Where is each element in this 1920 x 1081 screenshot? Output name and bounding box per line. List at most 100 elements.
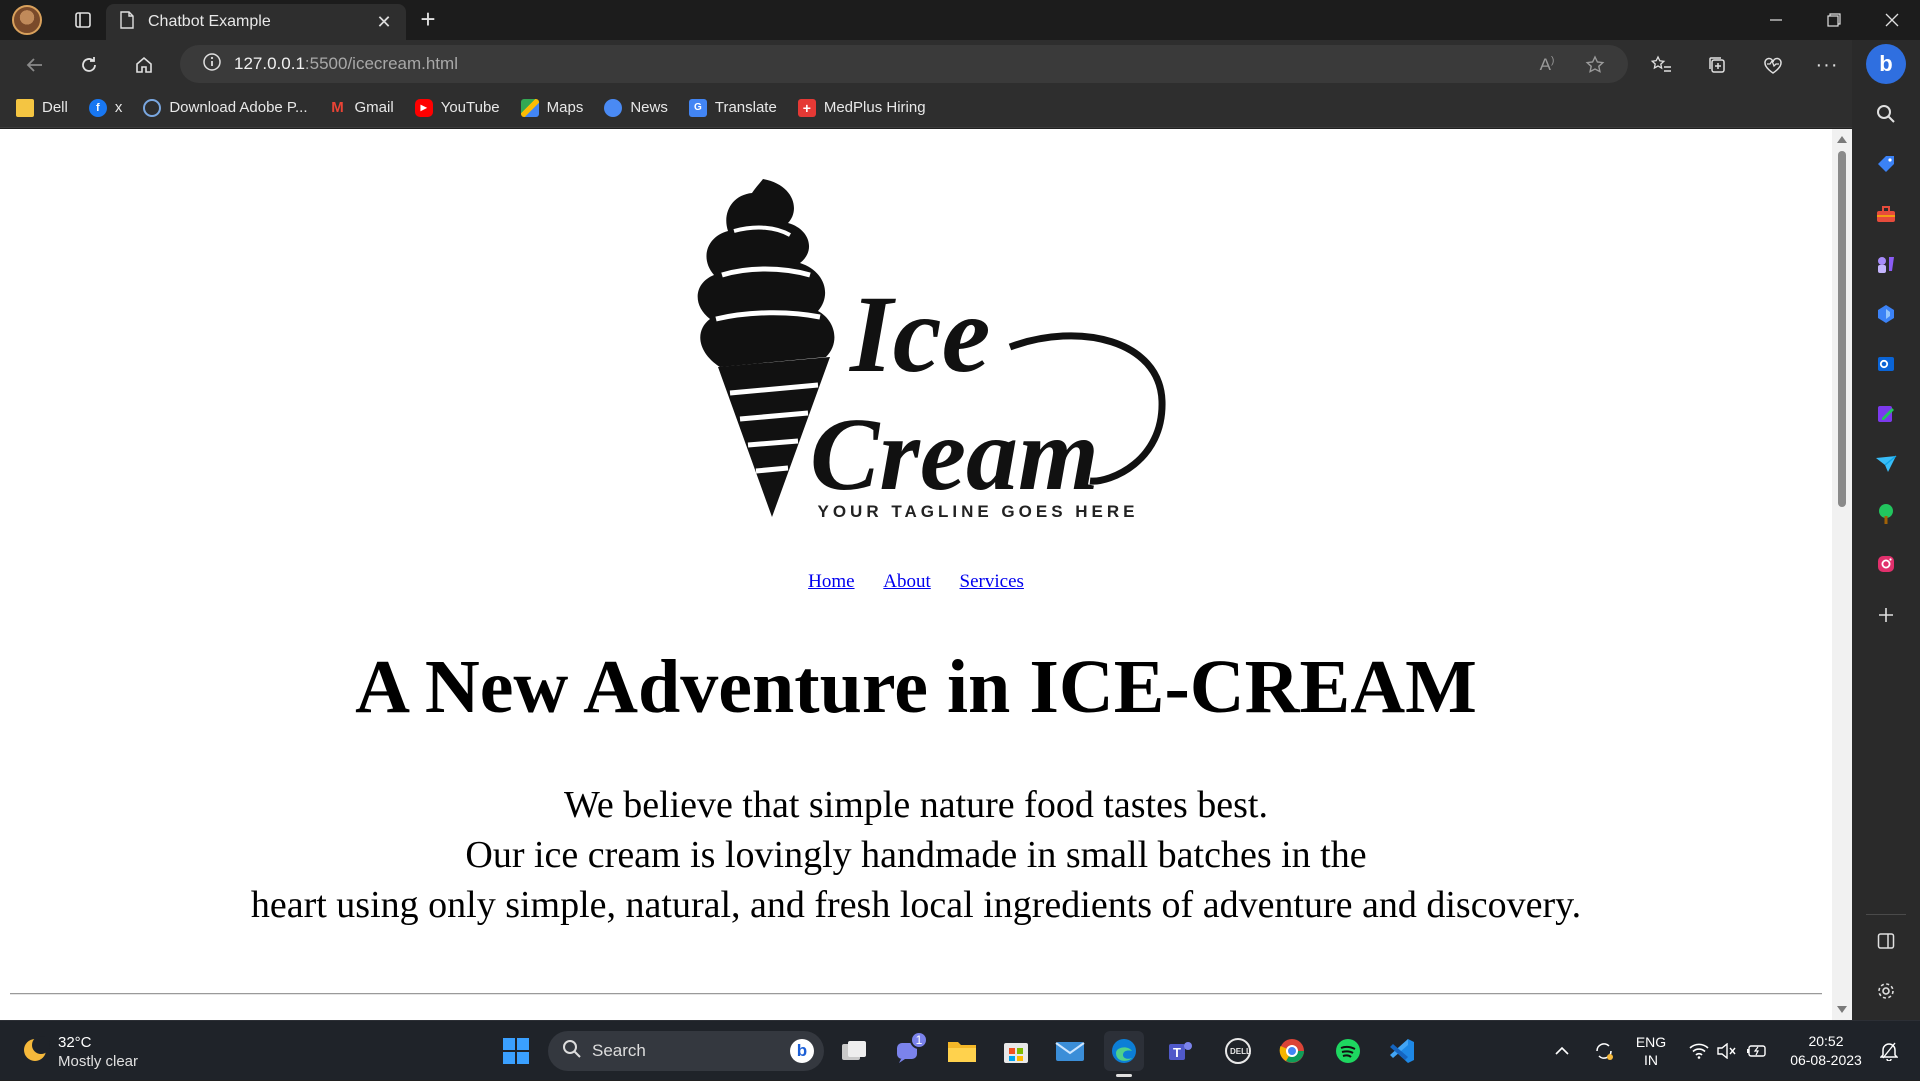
add-icon[interactable]	[1870, 599, 1902, 631]
more-options-icon[interactable]: ···	[1810, 48, 1844, 82]
task-view-icon[interactable]	[834, 1031, 874, 1071]
teams-icon[interactable]: T	[1160, 1031, 1200, 1071]
notifications-bell-icon[interactable]	[1874, 1021, 1904, 1081]
new-tab-button[interactable]: +	[414, 6, 442, 34]
sidebar-divider	[1866, 914, 1906, 915]
search-label: Search	[592, 1041, 646, 1060]
chrome-icon[interactable]	[1272, 1031, 1312, 1071]
scroll-thumb[interactable]	[1838, 151, 1846, 507]
taskbar-search[interactable]: Search b	[548, 1031, 824, 1071]
instagram-icon[interactable]	[1870, 548, 1902, 580]
page-scrollbar[interactable]	[1832, 129, 1852, 1020]
bookmark-translate[interactable]: G Translate	[688, 98, 777, 117]
toolbar: 127.0.0.1:5500/icecream.html A) ···	[0, 40, 1852, 88]
designer-icon[interactable]	[1870, 398, 1902, 430]
spotify-icon[interactable]	[1328, 1031, 1368, 1071]
mail-icon[interactable]	[1050, 1031, 1090, 1071]
address-bar[interactable]: 127.0.0.1:5500/icecream.html	[180, 45, 1628, 83]
bookmark-maps[interactable]: Maps	[520, 98, 583, 117]
tab-actions-icon[interactable]	[70, 7, 96, 33]
back-button[interactable]	[18, 48, 52, 82]
edge-browser-icon[interactable]	[1104, 1031, 1144, 1077]
vscode-icon[interactable]	[1382, 1031, 1422, 1071]
notification-badge: 1	[910, 1031, 928, 1049]
clock[interactable]: 20:52 06-08-2023	[1780, 1021, 1872, 1081]
scroll-up-arrow-icon[interactable]	[1837, 136, 1847, 143]
bookmark-facebook[interactable]: f x	[88, 98, 122, 117]
bookmark-gmail[interactable]: M Gmail	[329, 99, 393, 117]
nav-link-services[interactable]: Services	[960, 571, 1024, 592]
favorites-icon[interactable]	[1644, 48, 1678, 82]
teams-chat-icon[interactable]: 1	[888, 1031, 928, 1071]
weather-widget[interactable]: 32°C Mostly clear	[20, 1033, 138, 1071]
outlook-icon[interactable]	[1870, 348, 1902, 380]
close-tab-icon[interactable]: ✕	[370, 12, 398, 33]
moon-icon	[20, 1035, 50, 1070]
nav-link-about[interactable]: About	[883, 571, 931, 592]
wifi-icon[interactable]	[1686, 1021, 1712, 1081]
logo-word-ice: Ice	[848, 273, 990, 395]
page-viewport: Ice Cream YOUR TAGLINE GOES HERE Home Ab…	[0, 129, 1852, 1020]
url-host: 127.0.0.1	[234, 54, 305, 73]
intro-line-1: We believe that simple nature food taste…	[564, 784, 1268, 826]
show-hidden-icons-chevron-icon[interactable]	[1548, 1021, 1576, 1081]
dell-icon[interactable]: DELL	[1218, 1031, 1258, 1071]
intro-paragraph: We believe that simple nature food taste…	[0, 780, 1832, 930]
page-headline: A New Adventure in ICE-CREAM	[355, 645, 1477, 729]
browser-essentials-icon[interactable]	[1756, 48, 1790, 82]
logo-word-cream: Cream	[810, 397, 1099, 512]
minimize-button[interactable]	[1748, 0, 1804, 40]
bing-chat-icon[interactable]: b	[1866, 44, 1906, 84]
adobe-icon	[143, 98, 162, 117]
file-explorer-icon[interactable]	[942, 1031, 982, 1071]
windows-start-icon[interactable]	[496, 1031, 536, 1071]
read-aloud-icon[interactable]: A)	[1530, 48, 1564, 82]
clock-date: 06-08-2023	[1790, 1052, 1862, 1068]
battery-icon[interactable]	[1744, 1021, 1770, 1081]
bookmark-medplus[interactable]: + MedPlus Hiring	[797, 98, 926, 117]
scroll-down-arrow-icon[interactable]	[1837, 1006, 1847, 1013]
bookmark-news[interactable]: News	[604, 98, 668, 117]
intro-line-3: heart using only simple, natural, and fr…	[250, 884, 1582, 926]
bookmark-dell[interactable]: Dell	[16, 98, 68, 117]
tree-icon[interactable]	[1870, 498, 1902, 530]
bookmark-adobe[interactable]: Download Adobe P...	[143, 98, 308, 117]
restore-button[interactable]	[1806, 0, 1862, 40]
active-indicator	[1116, 1074, 1132, 1077]
search-icon[interactable]	[1870, 98, 1902, 130]
weather-desc: Mostly clear	[58, 1053, 139, 1070]
volume-muted-icon[interactable]	[1714, 1021, 1740, 1081]
svg-text:T: T	[1173, 1045, 1181, 1060]
gmail-icon: M	[331, 99, 344, 116]
clock-time: 20:52	[1808, 1033, 1844, 1049]
nav-link-home[interactable]: Home	[808, 571, 854, 592]
games-icon[interactable]	[1870, 248, 1902, 280]
send-icon[interactable]	[1870, 448, 1902, 480]
close-window-button[interactable]	[1864, 0, 1920, 40]
logo-tagline: YOUR TAGLINE GOES HERE	[818, 502, 1139, 521]
language-indicator[interactable]: ENG IN	[1632, 1021, 1670, 1081]
news-icon	[604, 98, 623, 117]
svg-text:DELL: DELL	[1230, 1047, 1251, 1056]
profile-avatar[interactable]	[12, 5, 42, 35]
refresh-button[interactable]	[72, 48, 106, 82]
medplus-icon: +	[797, 98, 816, 117]
microsoft-store-icon[interactable]	[996, 1031, 1036, 1071]
collections-icon[interactable]	[1700, 48, 1734, 82]
tab-chatbot-example[interactable]: Chatbot Example ✕	[106, 4, 406, 40]
home-button[interactable]	[127, 48, 161, 82]
hide-sidebar-icon[interactable]	[1870, 925, 1902, 957]
settings-gear-icon[interactable]	[1870, 975, 1902, 1007]
site-info-icon[interactable]	[202, 52, 222, 77]
taskbar: 32°C Mostly clear Search b 1 T DELL ENG …	[0, 1020, 1920, 1080]
page-icon	[120, 10, 134, 34]
horizontal-rule	[10, 993, 1822, 995]
folder-icon	[16, 98, 34, 117]
favorite-star-icon[interactable]	[1578, 48, 1612, 82]
microsoft-365-icon[interactable]	[1870, 298, 1902, 330]
bookmark-youtube[interactable]: ▶ YouTube	[414, 98, 500, 117]
tools-icon[interactable]	[1870, 198, 1902, 230]
lang-line2: IN	[1644, 1052, 1658, 1068]
shopping-tag-icon[interactable]	[1870, 148, 1902, 180]
sync-icon[interactable]	[1588, 1021, 1620, 1081]
